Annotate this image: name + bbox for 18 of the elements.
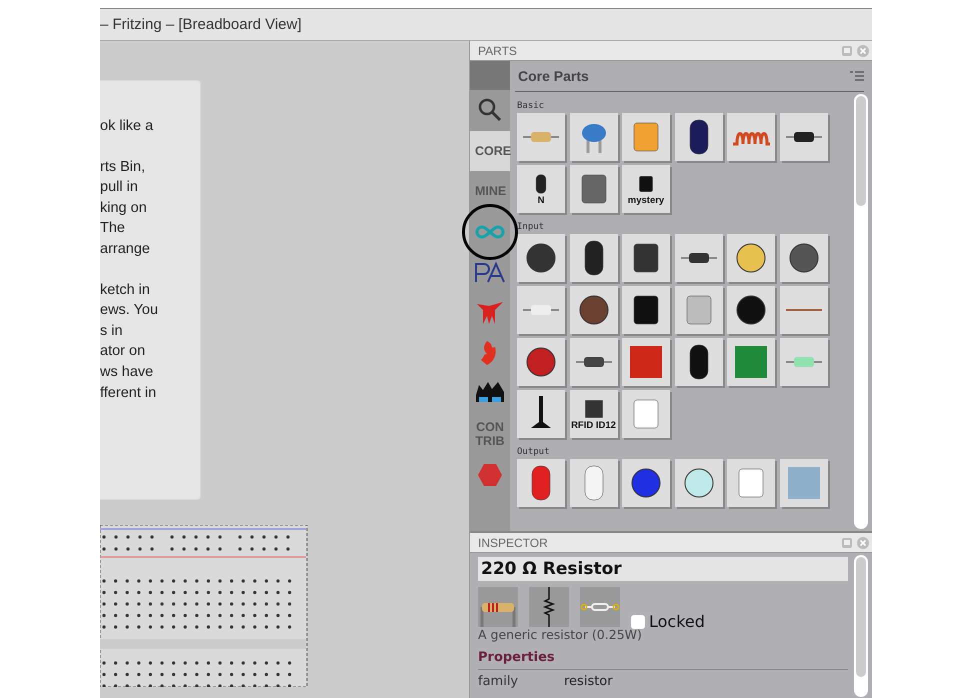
property-value: resistor	[564, 674, 613, 689]
help-paragraph: ketch in ews. You s in ator on ws have fferent in	[100, 280, 160, 403]
part-title: 220 Ω Resistor	[478, 557, 848, 581]
help-paragraph: rts Bin, pull in king on The arrange	[100, 158, 151, 259]
section-label: Input	[517, 222, 546, 232]
part-tile[interactable]: N	[517, 165, 565, 213]
properties-heading: Properties	[478, 650, 848, 670]
property-name: family	[478, 674, 520, 689]
help-paragraph: ok like a	[100, 117, 154, 136]
panel-title: INSPECTOR	[478, 536, 548, 550]
section-label: Output	[517, 447, 551, 457]
panel-title: PARTS	[478, 44, 517, 58]
window-title: – Fritzing – [Breadboard View]	[100, 16, 302, 33]
bin-title: Core Parts	[518, 68, 589, 84]
bin-tab[interactable]: CORE	[470, 130, 510, 171]
part-tile[interactable]: mystery	[622, 165, 670, 213]
section-label: Basic	[517, 101, 546, 111]
part-tile[interactable]: RFID ID12	[570, 390, 618, 438]
